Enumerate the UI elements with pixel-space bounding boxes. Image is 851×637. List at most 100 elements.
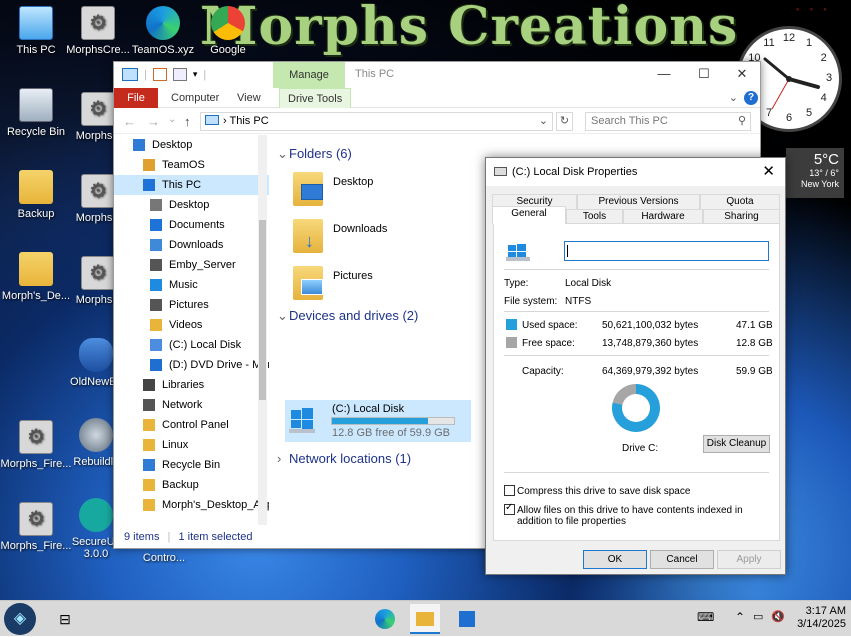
tab-general[interactable]: General — [492, 206, 566, 224]
start-button[interactable]: ◈ — [4, 603, 36, 635]
address-bar[interactable]: › This PC ⌄ — [200, 112, 553, 131]
settings-app-icon — [81, 256, 115, 290]
index-checkbox[interactable] — [504, 502, 515, 515]
desktop-icon-google[interactable]: Google — [192, 6, 264, 56]
nav-item[interactable]: Music — [114, 275, 269, 295]
tab-sharing[interactable]: Sharing — [703, 209, 780, 224]
nav-item-label: Music — [169, 279, 198, 291]
desktop-icon-morphscre[interactable]: MorphsCre... — [62, 6, 134, 56]
windows-drive-icon — [506, 244, 530, 261]
item-count: 9 items — [124, 531, 160, 543]
clock-number: 3 — [825, 72, 833, 84]
gadget-controls[interactable]: ◦ ◦ ◦ — [796, 4, 831, 14]
nav-item[interactable]: Downloads — [114, 235, 269, 255]
network-icon[interactable]: ▭ — [753, 610, 763, 623]
desktop-icon-teamos[interactable]: TeamOS.xyz — [127, 6, 199, 56]
file-system-value: NTFS — [565, 296, 592, 307]
clock-number: 7 — [765, 106, 773, 119]
nav-item[interactable]: Libraries — [114, 375, 269, 395]
settings-app-icon — [81, 174, 115, 208]
address-dropdown-icon[interactable]: ⌄ — [539, 113, 548, 130]
chevron-up-icon[interactable]: ⌃ — [735, 610, 745, 624]
forward-arrow-icon[interactable]: → — [147, 114, 160, 129]
taskbar-edge-icon[interactable] — [370, 604, 400, 634]
nav-item-label: Videos — [169, 319, 203, 331]
nav-item[interactable]: This PC — [114, 175, 269, 195]
properties-icon[interactable] — [152, 68, 167, 81]
volume-muted-icon[interactable]: 🔇 — [771, 610, 785, 623]
tab-hardware[interactable]: Hardware — [623, 209, 703, 224]
tab-drive-tools[interactable]: Drive Tools — [279, 88, 352, 108]
nav-item[interactable]: (D:) DVD Drive - Morp — [114, 355, 269, 375]
chevron-down-icon[interactable]: ⌄ — [729, 91, 738, 104]
ok-button[interactable]: OK — [583, 550, 647, 569]
nav-item[interactable]: Backup — [114, 475, 269, 495]
disk-properties-dialog: (C:) Local Disk Properties ✕ Security Pr… — [485, 157, 786, 575]
nav-item-label: This PC — [162, 179, 202, 191]
edge-browser-icon — [146, 6, 180, 40]
maximize-button[interactable]: ☐ — [685, 62, 723, 88]
nav-item[interactable]: Desktop — [114, 135, 269, 155]
nav-item[interactable]: Documents — [114, 215, 269, 235]
cancel-button[interactable]: Cancel — [650, 550, 714, 569]
clock-number: 11 — [763, 37, 775, 50]
nav-item[interactable]: Videos — [114, 315, 269, 335]
tab-computer[interactable]: Computer — [171, 88, 219, 108]
tab-file[interactable]: File — [114, 88, 158, 108]
nav-item[interactable]: Control Panel — [114, 415, 269, 435]
back-arrow-icon[interactable]: ← — [123, 114, 136, 129]
group-folders[interactable]: ⌄Folders (6) — [277, 146, 352, 162]
scrollbar-thumb[interactable] — [259, 220, 266, 400]
nav-item-label: Emby_Server — [169, 259, 236, 271]
pen-icon — [79, 498, 113, 532]
clock-number: 5 — [805, 106, 813, 119]
tab-tools[interactable]: Tools — [566, 209, 623, 224]
nav-item-icon — [150, 339, 162, 351]
nav-item[interactable]: Morph's_Desktop_App — [114, 495, 269, 515]
keyboard-icon[interactable]: ⌨ — [697, 610, 714, 624]
refresh-button[interactable]: ↻ — [556, 112, 573, 131]
group-devices-and-drives[interactable]: ⌄Devices and drives (2) — [277, 308, 418, 324]
group-network-locations[interactable]: › Network locations (1) — [277, 451, 411, 466]
nav-item-icon — [143, 379, 155, 391]
taskbar-clock[interactable]: 3:17 AM 3/14/2025 — [790, 605, 846, 631]
nav-item[interactable]: Linux — [114, 435, 269, 455]
help-icon[interactable]: ? — [744, 91, 758, 105]
search-input[interactable]: Search This PC ⚲ — [585, 112, 751, 131]
downloads-folder-icon: ↓ — [293, 219, 323, 253]
apply-button[interactable]: Apply — [717, 550, 781, 569]
customize-toolbar-icon[interactable]: ▾ — [193, 69, 198, 80]
nav-item-label: Documents — [169, 219, 225, 231]
minimize-button[interactable]: — — [645, 62, 683, 88]
clock-number: 12 — [782, 32, 796, 44]
close-button[interactable]: ✕ — [762, 158, 775, 186]
nav-scrollbar[interactable] — [258, 135, 267, 525]
tab-quota[interactable]: Quota — [700, 194, 780, 209]
close-button[interactable]: ✕ — [723, 62, 761, 88]
disk-cleanup-button[interactable]: Disk Cleanup — [703, 435, 770, 453]
breadcrumb-this-pc[interactable]: This PC — [230, 115, 269, 127]
manage-context-tab[interactable]: Manage — [273, 62, 345, 88]
recent-locations-chevron-icon[interactable]: ⌄ — [168, 114, 176, 125]
computer-icon — [205, 115, 219, 125]
nav-item[interactable]: Desktop — [114, 195, 269, 215]
drive-item-c[interactable]: (C:) Local Disk 12.8 GB free of 59.9 GB — [285, 400, 471, 442]
nav-item[interactable]: Network — [114, 395, 269, 415]
nav-item-icon — [150, 319, 162, 331]
taskbar-store-icon[interactable] — [452, 604, 482, 634]
nav-item[interactable]: (C:) Local Disk — [114, 335, 269, 355]
desktop-icon-control[interactable]: Contro... — [128, 552, 200, 564]
taskbar-file-explorer-icon[interactable] — [410, 604, 440, 634]
up-arrow-icon[interactable]: ↑ — [184, 114, 191, 129]
windows-drive-icon — [289, 408, 315, 433]
drive-name-input[interactable] — [564, 241, 769, 261]
tab-view[interactable]: View — [237, 88, 261, 108]
nav-item[interactable]: Recycle Bin — [114, 455, 269, 475]
task-view-icon[interactable]: ⊟ — [50, 604, 80, 634]
compress-checkbox[interactable] — [504, 485, 515, 496]
nav-item[interactable]: TeamOS — [114, 155, 269, 175]
nav-item[interactable]: Emby_Server — [114, 255, 269, 275]
new-folder-icon[interactable] — [172, 68, 187, 81]
tab-previous-versions[interactable]: Previous Versions — [577, 194, 700, 209]
nav-item[interactable]: Pictures — [114, 295, 269, 315]
